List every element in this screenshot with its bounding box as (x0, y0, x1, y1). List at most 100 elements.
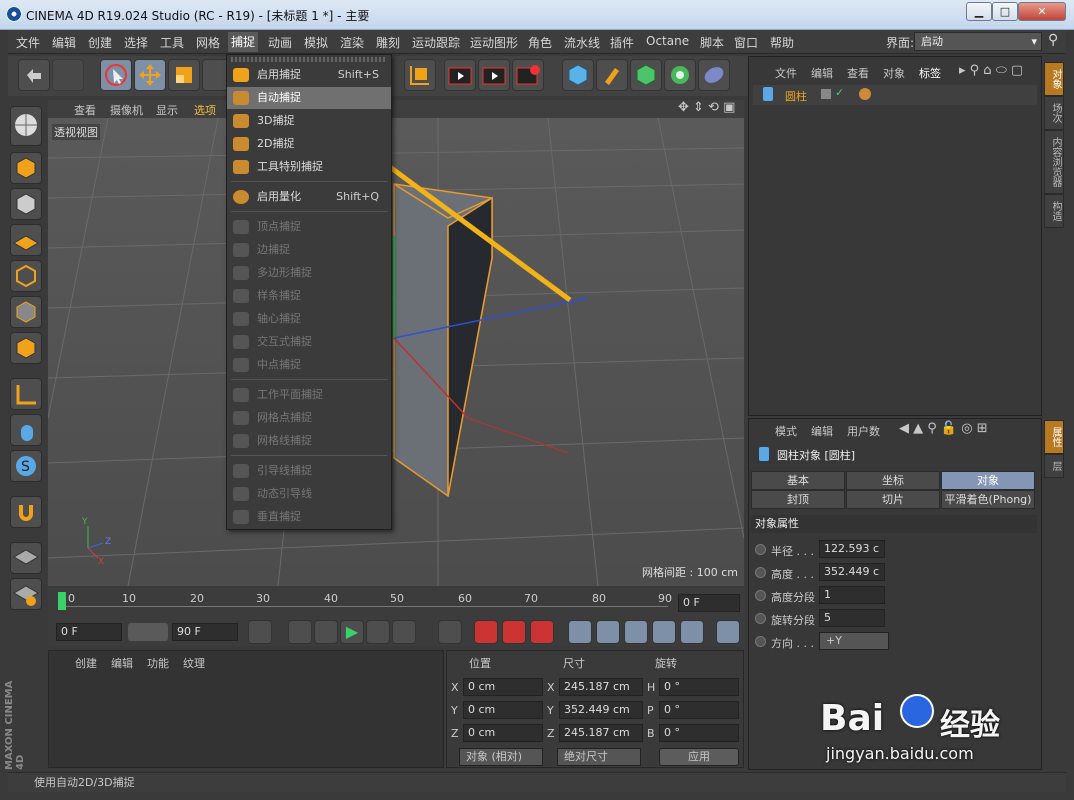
attr-menu-userdata[interactable]: 用户数 (847, 423, 880, 439)
texture-mode-icon[interactable] (10, 188, 42, 220)
keyframe-radio-icon[interactable] (755, 544, 766, 555)
rotation-p-field[interactable]: 0 ° (659, 701, 739, 719)
snap-menu-grid-line[interactable]: 网格线捕捉 (227, 430, 391, 452)
rotation-segments-field[interactable]: 5 (819, 609, 885, 627)
start-frame-field[interactable]: 0 F (56, 623, 122, 641)
snap-menu-auto-snap[interactable]: 自动捕捉 (227, 87, 391, 109)
menu-script[interactable]: 脚本 (700, 34, 724, 51)
snap-menu-spline[interactable]: 样条捕捉 (227, 285, 391, 307)
cube-icon[interactable] (562, 59, 594, 91)
menu-snap[interactable]: 捕捉 (228, 32, 259, 52)
menu-animate[interactable]: 动画 (268, 34, 292, 51)
snap-menu-vertex[interactable]: 顶点捕捉 (227, 216, 391, 238)
keyframe-selection-icon[interactable] (530, 620, 554, 644)
current-frame-field[interactable]: 0 F (678, 594, 740, 612)
menu-help[interactable]: 帮助 (770, 34, 794, 51)
snap-menu-quantize[interactable]: 启用量化 Shift+Q (227, 186, 391, 208)
size-y-field[interactable]: 352.449 cm (559, 701, 643, 719)
solo-mode-icon[interactable]: S (10, 450, 42, 482)
snap-menu-dynamic-guide[interactable]: 动态引导线 (227, 483, 391, 505)
snap-menu-grid-point[interactable]: 网格点捕捉 (227, 407, 391, 429)
viewport-menu-view[interactable]: 查看 (74, 102, 96, 118)
size-mode-select[interactable]: 绝对尺寸 (557, 748, 641, 766)
tab-basic[interactable]: 基本 (751, 471, 845, 490)
end-frame-field[interactable]: 90 F (172, 623, 238, 641)
key-position-icon[interactable] (568, 620, 592, 644)
menu-edit[interactable]: 编辑 (52, 34, 76, 51)
snap-menu-midpoint[interactable]: 中点捕捉 (227, 354, 391, 376)
tab-coordinates[interactable]: 坐标 (846, 471, 940, 490)
search-icon[interactable]: ⚲ (1048, 32, 1058, 48)
orientation-select[interactable]: +Y (819, 632, 889, 650)
snap-menu-axis[interactable]: 轴心捕捉 (227, 308, 391, 330)
object-toolbar-icons[interactable]: ▸ ⚲ ⌂ ⬭ ▢ (959, 63, 1023, 78)
menu-pipeline[interactable]: 流水线 (564, 34, 600, 51)
size-z-field[interactable]: 245.187 cm (559, 724, 643, 742)
phong-tag-icon[interactable] (859, 88, 871, 100)
redo-button[interactable] (52, 59, 84, 91)
live-select-icon[interactable] (100, 59, 132, 91)
keyframe-radio-icon[interactable] (755, 636, 766, 647)
autokey-icon[interactable] (502, 620, 526, 644)
coord-mode-select[interactable]: 对象 (相对) (459, 748, 543, 766)
snap-menu-perpendicular[interactable]: 垂直捕捉 (227, 506, 391, 528)
record-key-icon[interactable] (474, 620, 498, 644)
viewport-menu-options[interactable]: 选项 (194, 102, 216, 118)
viewport-menu-camera[interactable]: 摄像机 (110, 102, 143, 118)
workplane-icon[interactable] (10, 224, 42, 256)
enabled-check-icon[interactable]: ✓ (835, 86, 844, 99)
position-z-field[interactable]: 0 cm (463, 724, 543, 742)
tear-off-handle[interactable] (231, 57, 387, 62)
frame-range-slider[interactable] (128, 623, 168, 641)
side-tab-content-browser[interactable]: 内容浏览器 (1044, 130, 1064, 194)
snap-menu-polygon[interactable]: 多边形捕捉 (227, 262, 391, 284)
playhead[interactable] (58, 592, 66, 610)
key-pla-icon[interactable] (680, 620, 704, 644)
go-to-end-icon[interactable] (438, 620, 462, 644)
height-field[interactable]: 352.449 c (819, 563, 885, 581)
object-row[interactable]: 圆柱 ✓ (753, 85, 1037, 105)
snap-magnet-icon[interactable] (10, 496, 42, 528)
timeline-window-icon[interactable] (716, 620, 740, 644)
key-parameter-icon[interactable] (652, 620, 676, 644)
menu-plugins[interactable]: 插件 (610, 34, 634, 51)
coordinate-system-icon[interactable] (404, 59, 436, 91)
tab-caps[interactable]: 封顶 (751, 490, 845, 509)
render-view-icon[interactable] (444, 59, 476, 91)
menu-window[interactable]: 窗口 (734, 34, 758, 51)
side-tab-structure[interactable]: 构造 (1044, 194, 1064, 228)
key-rotation-icon[interactable] (624, 620, 648, 644)
height-segments-field[interactable]: 1 (819, 586, 885, 604)
side-tab-attributes[interactable]: 属性 (1044, 420, 1064, 454)
workplane-lock-icon[interactable] (10, 542, 42, 574)
previous-frame-icon[interactable] (314, 620, 338, 644)
tab-slice[interactable]: 切片 (846, 490, 940, 509)
radius-field[interactable]: 122.593 c (819, 540, 885, 558)
menu-octane[interactable]: Octane (646, 34, 689, 48)
menu-select[interactable]: 选择 (124, 34, 148, 51)
go-to-start-icon[interactable] (248, 620, 272, 644)
object-menu-object[interactable]: 对象 (883, 65, 905, 81)
maximize-button[interactable]: □ (992, 2, 1018, 21)
minimize-button[interactable]: ▁ (966, 2, 992, 21)
pen-spline-icon[interactable] (596, 59, 628, 91)
side-tab-layers[interactable]: 层 (1044, 454, 1064, 478)
points-mode-icon[interactable] (10, 260, 42, 292)
material-menu-create[interactable]: 创建 (75, 655, 97, 671)
move-icon[interactable] (134, 59, 166, 91)
side-tab-objects[interactable]: 对象 (1044, 62, 1064, 96)
position-y-field[interactable]: 0 cm (463, 701, 543, 719)
menu-create[interactable]: 创建 (88, 34, 112, 51)
deformer-icon[interactable] (698, 59, 730, 91)
snap-menu-intersection[interactable]: 交互式捕捉 (227, 331, 391, 353)
object-menu-file[interactable]: 文件 (775, 65, 797, 81)
menu-render[interactable]: 渲染 (340, 34, 364, 51)
material-menu-edit[interactable]: 编辑 (111, 655, 133, 671)
object-menu-tags[interactable]: 标签 (919, 65, 941, 81)
layout-select[interactable]: 启动 ▾ (914, 32, 1042, 51)
undo-button[interactable] (18, 59, 50, 91)
polygons-mode-icon[interactable] (10, 332, 42, 364)
object-menu-view[interactable]: 查看 (847, 65, 869, 81)
render-settings-icon[interactable] (512, 59, 544, 91)
apply-button[interactable]: 应用 (659, 748, 739, 766)
